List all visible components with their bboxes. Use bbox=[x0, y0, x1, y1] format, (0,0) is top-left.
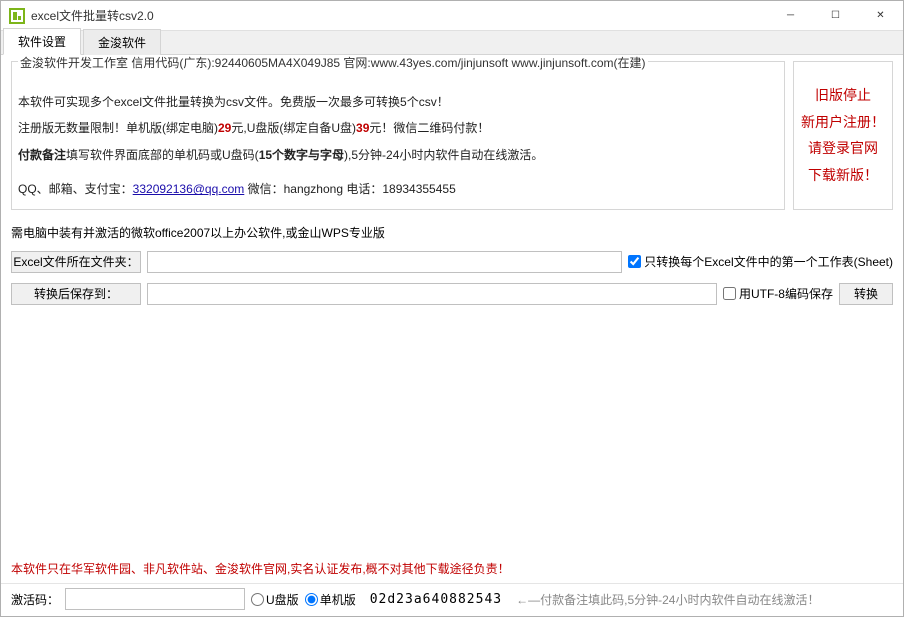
maximize-button[interactable]: ☐ bbox=[813, 1, 858, 30]
close-button[interactable]: ✕ bbox=[858, 1, 903, 30]
info-legend: 金浚软件开发工作室 信用代码(广东):92440605MA4X049J85 官网… bbox=[18, 56, 648, 70]
footer-bar: 激活码： U盘版 单机版 02d23a640882543 ←—付款备注填此码,5… bbox=[1, 583, 903, 616]
activation-code-input[interactable] bbox=[65, 588, 245, 610]
window-title: excel文件批量转csv2.0 bbox=[31, 7, 768, 24]
dest-folder-button[interactable]: 转换后保存到： bbox=[11, 283, 141, 305]
machine-code: 02d23a640882543 bbox=[362, 592, 510, 607]
app-icon bbox=[9, 8, 25, 24]
info-panel: 金浚软件开发工作室 信用代码(广东):92440605MA4X049J85 官网… bbox=[11, 61, 785, 210]
info-body: 本软件可实现多个excel文件批量转换为csv文件。免费版一次最多可转换5个cs… bbox=[18, 89, 778, 203]
side-notice: 旧版停止 新用户注册！ 请登录官网 下载新版！ bbox=[793, 61, 893, 210]
info-line-2: 注册版无数量限制！单机版(绑定电脑)29元,U盘版(绑定自备U盘)39元！微信二… bbox=[18, 115, 778, 141]
tab-bar: 软件设置 金浚软件 bbox=[1, 31, 903, 55]
dest-folder-input[interactable] bbox=[147, 283, 717, 305]
source-folder-input[interactable] bbox=[147, 251, 622, 273]
activation-hint: ←—付款备注填此码,5分钟-24小时内软件自动在线激活！ bbox=[516, 591, 819, 608]
utf8-checkbox[interactable]: 用UTF-8编码保存 bbox=[723, 285, 833, 302]
usb-version-radio[interactable]: U盘版 bbox=[251, 591, 299, 608]
source-folder-button[interactable]: Excel文件所在文件夹： bbox=[11, 251, 141, 273]
info-line-4: QQ、邮箱、支付宝：332092136@qq.com 微信：hangzhong … bbox=[18, 176, 778, 202]
info-line-3: 付款备注填写软件界面底部的单机码或U盘码(15个数字与字母),5分钟-24小时内… bbox=[18, 142, 778, 168]
warning-text: 本软件只在华军软件园、非凡软件站、金浚软件官网,实名认证发布,概不对其他下载途径… bbox=[11, 560, 893, 577]
titlebar: excel文件批量转csv2.0 ─ ☐ ✕ bbox=[1, 1, 903, 31]
convert-button[interactable]: 转换 bbox=[839, 283, 893, 305]
tab-settings[interactable]: 软件设置 bbox=[3, 28, 81, 55]
first-sheet-checkbox-input[interactable] bbox=[628, 255, 641, 268]
activation-label: 激活码： bbox=[11, 591, 59, 608]
source-folder-row: Excel文件所在文件夹： 只转换每个Excel文件中的第一个工作表(Sheet… bbox=[11, 251, 893, 273]
info-line-1: 本软件可实现多个excel文件批量转换为csv文件。免费版一次最多可转换5个cs… bbox=[18, 89, 778, 115]
email-link[interactable]: 332092136@qq.com bbox=[133, 182, 245, 196]
single-version-radio[interactable]: 单机版 bbox=[305, 591, 356, 608]
dest-folder-row: 转换后保存到： 用UTF-8编码保存 转换 bbox=[11, 283, 893, 305]
requirement-text: 需电脑中装有并激活的微软office2007以上办公软件,或金山WPS专业版 bbox=[11, 224, 893, 241]
first-sheet-checkbox[interactable]: 只转换每个Excel文件中的第一个工作表(Sheet) bbox=[628, 253, 893, 270]
tab-jinjun[interactable]: 金浚软件 bbox=[83, 29, 161, 55]
utf8-checkbox-input[interactable] bbox=[723, 287, 736, 300]
minimize-button[interactable]: ─ bbox=[768, 1, 813, 30]
